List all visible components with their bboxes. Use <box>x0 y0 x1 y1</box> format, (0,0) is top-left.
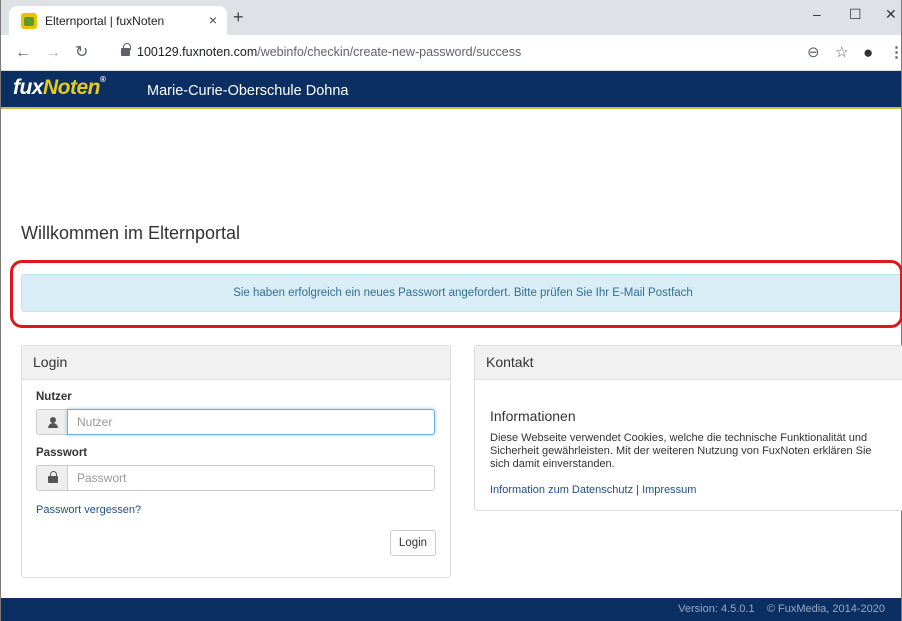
forgot-password-link[interactable]: Passwort vergessen? <box>36 504 141 516</box>
footer-version: Version: 4.5.0.1 © FuxMedia, 2014-2020 <box>678 603 885 615</box>
user-input-group <box>36 409 435 435</box>
reload-icon[interactable]: ↻ <box>75 44 88 62</box>
window-close-button[interactable]: ✕ <box>885 6 897 22</box>
zoom-icon[interactable]: ⊖ <box>807 44 820 62</box>
favicon-icon <box>21 13 37 29</box>
menu-kebab-icon[interactable]: ⋮ <box>889 44 902 62</box>
imprint-link[interactable]: Impressum <box>642 484 696 496</box>
login-button[interactable]: Login <box>390 530 436 556</box>
password-input-group <box>36 465 435 491</box>
contact-panel: Kontakt Informationen Diese Webseite ver… <box>474 345 902 511</box>
browser-tab[interactable]: Elternportal | fuxNoten × <box>9 6 227 35</box>
minimize-button[interactable]: – <box>813 6 821 22</box>
new-tab-button[interactable]: + <box>233 8 244 26</box>
fuxnoten-logo[interactable]: fuxNoten® <box>13 75 106 100</box>
forward-arrow-icon[interactable]: → <box>45 44 61 62</box>
highlight-frame <box>10 260 902 328</box>
address-bar: ← → ↻ 100129.fuxnoten.com/webinfo/checki… <box>1 35 902 71</box>
user-label: Nutzer <box>36 391 72 403</box>
page-title: Willkommen im Elternportal <box>21 223 241 243</box>
info-links: Information zum Datenschutz | Impressum <box>490 484 696 496</box>
school-name: Marie-Curie-Oberschule Dohna <box>147 83 349 99</box>
password-label: Passwort <box>36 447 88 459</box>
maximize-button[interactable]: ☐ <box>849 6 862 22</box>
login-panel: Login Nutzer Passwort Passwort vergessen… <box>21 345 451 578</box>
info-title: Informationen <box>490 408 576 424</box>
site-footer: Version: 4.5.0.1 © FuxMedia, 2014-2020 <box>1 598 901 621</box>
tab-title: Elternportal | fuxNoten <box>45 14 165 28</box>
password-addon <box>36 465 68 491</box>
user-icon <box>48 417 58 429</box>
tab-strip: Elternportal | fuxNoten × + – ☐ ✕ <box>1 0 901 35</box>
lock-icon[interactable] <box>121 43 131 56</box>
user-addon <box>36 409 68 435</box>
site-header: fuxNoten® Marie-Curie-Oberschule Dohna <box>1 71 901 109</box>
browser-window: Elternportal | fuxNoten × + – ☐ ✕ ← → ↻ … <box>0 0 902 621</box>
profile-icon[interactable]: ● <box>863 44 873 62</box>
link-separator: | <box>636 484 639 496</box>
cookie-notice: Diese Webseite verwendet Cookies, welche… <box>490 432 872 470</box>
back-arrow-icon[interactable]: ← <box>15 44 31 62</box>
url-host: 100129.fuxnoten.com <box>137 45 258 59</box>
password-input[interactable] <box>67 465 435 491</box>
url-path: /webinfo/checkin/create-new-password/suc… <box>257 45 522 59</box>
lock-icon <box>48 471 58 483</box>
contact-heading: Kontakt <box>475 346 902 380</box>
privacy-link[interactable]: Information zum Datenschutz <box>490 484 633 496</box>
bookmark-star-icon[interactable]: ☆ <box>835 44 848 62</box>
login-heading: Login <box>22 346 450 380</box>
tab-close-button[interactable]: × <box>209 12 217 28</box>
user-input[interactable] <box>67 409 435 435</box>
url-field[interactable]: 100129.fuxnoten.com/webinfo/checkin/crea… <box>137 45 521 59</box>
